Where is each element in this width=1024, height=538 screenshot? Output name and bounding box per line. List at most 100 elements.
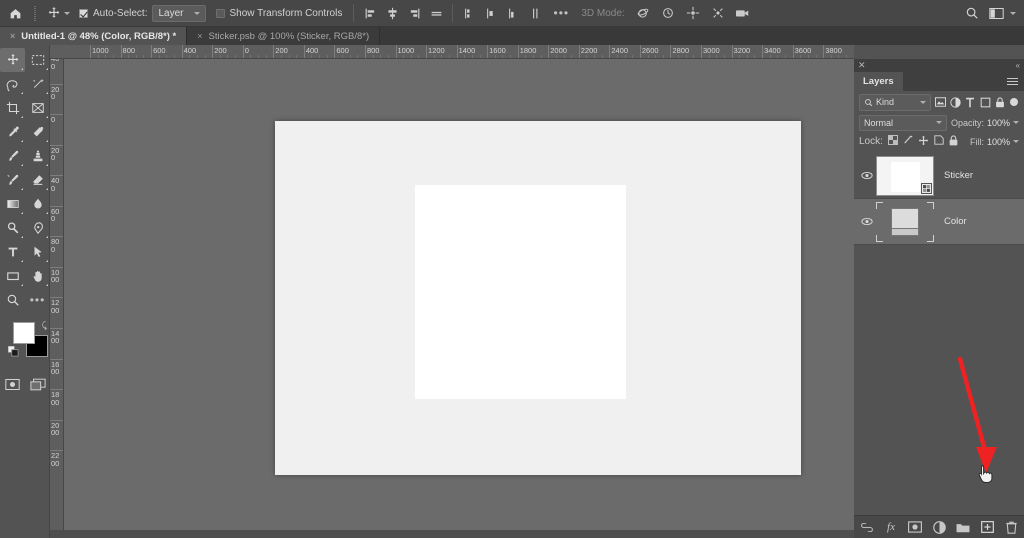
new-group-button[interactable] <box>956 520 971 535</box>
zoom-tool[interactable] <box>0 288 25 312</box>
lock-all-icon[interactable] <box>949 134 958 149</box>
layer-thumbnail-sticker[interactable] <box>876 155 934 196</box>
clone-stamp-tool[interactable] <box>25 144 50 168</box>
search-icon[interactable] <box>962 3 982 23</box>
distribute-left-edges-icon[interactable] <box>525 3 545 23</box>
sticker-artwork[interactable] <box>415 185 626 399</box>
eye-icon[interactable] <box>858 171 876 180</box>
collapse-panel-icon[interactable]: « <box>1016 61 1020 70</box>
lock-artboard-nesting-icon[interactable] <box>934 135 944 148</box>
screen-mode-button[interactable] <box>25 372 50 396</box>
current-tool-preview[interactable] <box>39 6 74 20</box>
filter-adjustment-icon[interactable] <box>948 94 962 110</box>
eyedropper-tool[interactable] <box>0 120 25 144</box>
align-left-edges-icon[interactable] <box>360 3 380 23</box>
object-selection-tool[interactable] <box>25 72 50 96</box>
lock-image-pixels-icon[interactable] <box>903 135 913 148</box>
create-new-layer-button[interactable] <box>980 520 995 535</box>
chevron-down-icon[interactable] <box>1013 140 1019 143</box>
hand-tool[interactable] <box>25 264 50 288</box>
rectangular-marquee-tool[interactable] <box>25 48 50 72</box>
blend-mode-select[interactable]: Normal <box>859 114 947 131</box>
close-icon[interactable]: ✕ <box>858 60 866 71</box>
align-right-edges-icon[interactable] <box>404 3 424 23</box>
opacity-value[interactable]: 100% <box>987 118 1010 128</box>
workspace-switcher-icon[interactable] <box>986 3 1006 23</box>
document-tab-untitled-1[interactable]: × Untitled-1 @ 48% (Color, RGB/8*) * <box>0 27 188 45</box>
lock-transparent-pixels-icon[interactable] <box>887 135 898 148</box>
show-transform-checkbox[interactable] <box>215 8 225 18</box>
move-tool[interactable] <box>0 48 25 72</box>
layer-thumbnail-color[interactable] <box>876 201 934 242</box>
close-icon[interactable]: × <box>197 31 202 41</box>
rectangle-tool[interactable] <box>0 264 25 288</box>
home-button[interactable] <box>0 0 30 27</box>
dodge-tool[interactable] <box>0 216 25 240</box>
pan-3d-icon[interactable] <box>683 3 703 23</box>
filter-smart-object-icon[interactable] <box>993 94 1007 110</box>
chevron-down-icon[interactable] <box>1013 121 1019 124</box>
frame-tool[interactable] <box>25 96 50 120</box>
link-layers-button[interactable] <box>860 520 875 535</box>
workspace-chevron-down-icon[interactable] <box>1010 11 1016 15</box>
document-tab-sticker-psb[interactable]: × Sticker.psb @ 100% (Sticker, RGB/8*) <box>187 27 381 45</box>
layer-row-sticker[interactable]: Sticker <box>854 153 1024 199</box>
eraser-tool[interactable] <box>25 168 50 192</box>
filter-type-icon[interactable] <box>963 94 977 110</box>
filter-pixel-icon[interactable] <box>933 94 947 110</box>
layer-name[interactable]: Sticker <box>944 170 973 181</box>
auto-select-checkbox[interactable] <box>79 8 88 18</box>
filter-toggle-icon[interactable] <box>1010 98 1018 106</box>
document-canvas[interactable] <box>275 121 801 475</box>
layer-row-color[interactable]: Color <box>854 199 1024 245</box>
edit-toolbar-button[interactable]: ••• <box>25 288 50 312</box>
align-horizontal-centers-icon[interactable] <box>382 3 402 23</box>
document-tabbar: × Untitled-1 @ 48% (Color, RGB/8*) * × S… <box>0 27 1024 45</box>
eye-icon[interactable] <box>858 217 876 226</box>
filter-kind-select[interactable]: Kind <box>859 93 931 111</box>
delete-layer-button[interactable] <box>1004 520 1019 535</box>
new-adjustment-layer-button[interactable] <box>932 520 947 535</box>
tool-chevron-down-icon[interactable] <box>64 11 70 15</box>
history-brush-tool[interactable] <box>0 168 25 192</box>
fill-control[interactable]: Fill: 100% <box>970 137 1019 147</box>
quick-mask-button[interactable] <box>0 372 25 396</box>
lasso-tool[interactable] <box>0 72 25 96</box>
opacity-control[interactable]: Opacity: 100% <box>951 118 1019 128</box>
ruler-label: 1800 <box>51 390 60 407</box>
canvas-workspace[interactable] <box>64 59 854 530</box>
orbit-3d-icon[interactable] <box>633 3 653 23</box>
fill-value[interactable]: 100% <box>987 137 1010 147</box>
add-layer-mask-button[interactable] <box>908 520 923 535</box>
path-selection-tool[interactable] <box>25 240 50 264</box>
lock-position-icon[interactable] <box>918 135 929 149</box>
roll-3d-icon[interactable] <box>658 3 678 23</box>
default-colors-icon[interactable] <box>7 345 19 360</box>
gradient-tool[interactable] <box>0 192 25 216</box>
auto-select-scope-select[interactable]: Layer <box>152 4 206 22</box>
layer-style-button[interactable]: fx <box>884 520 899 535</box>
vertical-ruler[interactable]: 4002000200400600800100012001400160018002… <box>50 59 64 530</box>
close-icon[interactable]: × <box>10 31 15 41</box>
distribute-top-edges-icon[interactable] <box>459 3 479 23</box>
horizontal-ruler[interactable]: 1000 800 600 400 200 0 200 400 600 800 1000 1200 140… <box>50 45 854 59</box>
options-bar-gripper[interactable] <box>30 0 39 27</box>
panel-menu-button[interactable] <box>1007 72 1024 91</box>
zoom-3d-camera-icon[interactable] <box>733 3 753 23</box>
horizontal-type-tool[interactable] <box>0 240 25 264</box>
spot-healing-brush-tool[interactable] <box>25 120 50 144</box>
brush-tool[interactable] <box>0 144 25 168</box>
swap-colors-icon[interactable]: ⤹ <box>42 320 47 331</box>
pen-tool[interactable] <box>25 216 50 240</box>
align-top-edges-icon[interactable] <box>426 3 446 23</box>
slide-3d-icon[interactable] <box>708 3 728 23</box>
crop-tool[interactable] <box>0 96 25 120</box>
filter-shape-icon[interactable] <box>978 94 992 110</box>
tab-layers[interactable]: Layers <box>854 72 903 91</box>
distribute-bottom-edges-icon[interactable] <box>503 3 523 23</box>
layer-name[interactable]: Color <box>944 216 967 227</box>
more-options-icon[interactable]: ••• <box>551 3 571 23</box>
blur-tool[interactable] <box>25 192 50 216</box>
distribute-vertical-centers-icon[interactable] <box>481 3 501 23</box>
foreground-color-swatch[interactable] <box>13 322 35 344</box>
